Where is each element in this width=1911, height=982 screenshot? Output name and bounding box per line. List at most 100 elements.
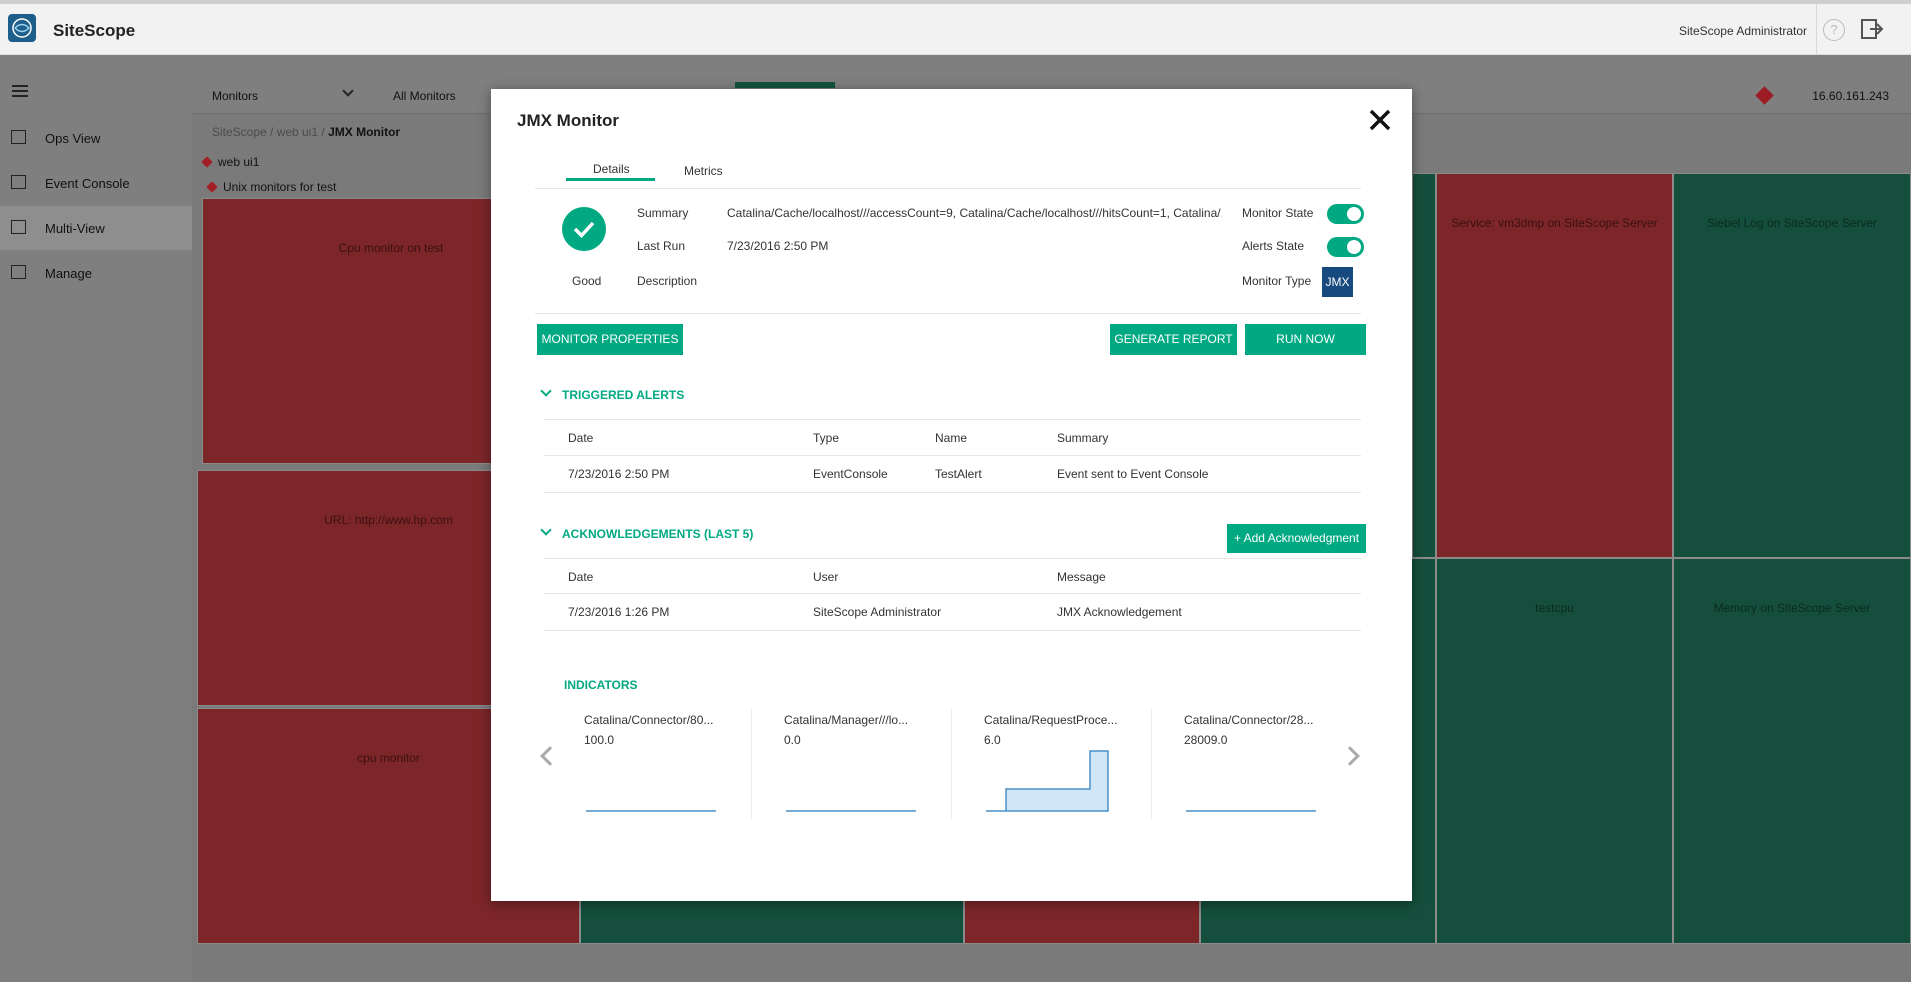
acknowledgements-title[interactable]: ACKNOWLEDGEMENTS (LAST 5) xyxy=(562,527,753,541)
chevron-right-icon[interactable] xyxy=(1340,746,1360,766)
chevron-left-icon[interactable] xyxy=(540,746,560,766)
alerts-state-toggle[interactable] xyxy=(1327,237,1364,257)
indicator-name: Catalina/Connector/28... xyxy=(1184,713,1314,727)
nav-item-multi-view[interactable]: Multi-View xyxy=(0,206,192,250)
tab-metrics[interactable]: Metrics xyxy=(684,164,723,178)
nav-item-label: Event Console xyxy=(45,175,130,191)
indicators-title: INDICATORS xyxy=(564,678,638,692)
active-tab-underline xyxy=(566,178,655,181)
indicator-sparkline xyxy=(786,810,916,812)
chevron-down-icon[interactable] xyxy=(540,524,552,536)
status-diamond-icon xyxy=(206,181,218,193)
dialog-title: JMX Monitor xyxy=(517,111,619,130)
alert-summary: Event sent to Event Console xyxy=(1057,467,1209,481)
breadcrumb-current: JMX Monitor xyxy=(328,125,401,139)
divider xyxy=(544,419,1361,420)
indicator-value: 28009.0 xyxy=(1184,733,1228,747)
tab-divider xyxy=(535,188,1361,189)
indicator-value: 100.0 xyxy=(584,733,615,747)
menu-icon[interactable] xyxy=(12,85,28,100)
indicator-name: Catalina/Connector/80... xyxy=(584,713,714,727)
tile-siebel-log[interactable]: Siebel Log on SiteScope Server xyxy=(1673,173,1911,558)
breadcrumb-path[interactable]: SiteScope / web ui1 / xyxy=(212,125,328,139)
nav-item-ops-view[interactable]: Ops View xyxy=(0,116,192,160)
nav-item-label: Ops View xyxy=(45,130,101,146)
group-label: web ui1 xyxy=(218,155,260,169)
tile-memory[interactable]: Memory on SiteScope Server xyxy=(1673,558,1911,944)
column-header-date: Date xyxy=(568,431,594,445)
run-now-button[interactable]: RUN NOW xyxy=(1245,324,1366,355)
description-label: Description xyxy=(637,274,698,288)
nav-item-event-console[interactable]: Event Console xyxy=(0,161,192,205)
column-header-user: User xyxy=(813,570,839,584)
group-web-ui1[interactable]: web ui1 xyxy=(201,155,260,169)
indicator-divider xyxy=(1151,709,1152,819)
close-icon[interactable] xyxy=(1367,107,1393,133)
group-label: Unix monitors for test xyxy=(223,180,337,194)
app-name: SiteScope xyxy=(53,21,136,40)
column-header-summary: Summary xyxy=(1057,431,1109,445)
indicator-divider xyxy=(951,709,952,819)
status-diamond-icon xyxy=(201,156,213,168)
user-name[interactable]: SiteScope Administrator xyxy=(1679,24,1807,38)
header-divider xyxy=(1816,4,1817,55)
help-icon[interactable]: ? xyxy=(1823,19,1845,41)
monitor-state-label: Monitor State xyxy=(1242,206,1314,220)
last-run-label: Last Run xyxy=(637,239,686,253)
tile-label: Memory on SiteScope Server xyxy=(1713,601,1871,615)
ack-date: 7/23/2016 1:26 PM xyxy=(568,605,670,619)
tile-green-edge[interactable] xyxy=(1412,173,1436,558)
nav-item-label: Manage xyxy=(45,265,92,281)
alert-name: TestAlert xyxy=(935,467,982,481)
indicator-sparkline xyxy=(1186,810,1316,812)
active-view-indicator xyxy=(735,82,835,88)
server-ip[interactable]: 16.60.161.243 xyxy=(1812,89,1889,103)
all-monitors-label[interactable]: All Monitors xyxy=(393,89,456,103)
generate-report-button[interactable]: GENERATE REPORT xyxy=(1110,324,1237,355)
summary-label: Summary xyxy=(637,206,689,220)
monitors-dropdown[interactable]: Monitors xyxy=(212,89,258,103)
tile-service-vm3dmp[interactable]: Service: vm3dmp on SiteScope Server xyxy=(1436,173,1673,558)
tile-label: testcpu xyxy=(1535,601,1574,615)
add-acknowledgment-button[interactable]: + Add Acknowledgment xyxy=(1227,524,1366,553)
tile-green-bottom[interactable] xyxy=(580,900,964,944)
nav-item-manage[interactable]: Manage xyxy=(0,251,192,295)
divider xyxy=(544,558,1361,559)
tile-red-bottom[interactable] xyxy=(964,900,1200,944)
tile-label: URL: http://www.hp.com xyxy=(324,513,453,527)
group-unix-monitors[interactable]: Unix monitors for test xyxy=(206,180,337,194)
good-status-icon xyxy=(562,207,606,251)
tile-label: Cpu monitor on test xyxy=(338,241,444,255)
chevron-down-icon[interactable] xyxy=(540,385,552,397)
divider xyxy=(544,593,1361,594)
column-header-message: Message xyxy=(1057,570,1106,584)
column-header-name: Name xyxy=(935,431,968,445)
indicator-value: 0.0 xyxy=(784,733,801,747)
indicator-divider xyxy=(751,709,752,819)
alerts-state-label: Alerts State xyxy=(1242,239,1305,253)
monitor-type-label: Monitor Type xyxy=(1242,274,1312,288)
tile-testcpu[interactable]: testcpu xyxy=(1436,558,1673,944)
multi-view-icon xyxy=(11,220,26,234)
triggered-alerts-title[interactable]: TRIGGERED ALERTS xyxy=(562,388,684,402)
chevron-down-icon[interactable] xyxy=(342,85,354,97)
alert-date: 7/23/2016 2:50 PM xyxy=(568,467,670,481)
tile-label: Service: vm3dmp on SiteScope Server xyxy=(1451,216,1658,230)
alert-type: EventConsole xyxy=(813,467,888,481)
logout-icon[interactable] xyxy=(1860,18,1884,43)
tile-label: Siebel Log on SiteScope Server xyxy=(1706,216,1878,230)
ack-message: JMX Acknowledgement xyxy=(1057,605,1182,619)
monitor-properties-button[interactable]: MONITOR PROPERTIES xyxy=(537,324,683,355)
jmx-monitor-dialog: JMX Monitor Details Metrics Good Summary… xyxy=(491,89,1412,901)
monitor-type-badge: JMX xyxy=(1322,267,1353,297)
summary-value: Catalina/Cache/localhost///accessCount=9… xyxy=(727,206,1222,220)
event-console-icon xyxy=(11,175,26,189)
divider xyxy=(535,313,1361,314)
tab-details[interactable]: Details xyxy=(593,162,630,176)
indicator-sparkline xyxy=(986,750,1109,812)
indicator-value: 6.0 xyxy=(984,733,1001,747)
ops-view-icon xyxy=(11,130,26,144)
sitescope-logo-icon[interactable] xyxy=(8,14,36,42)
nav-item-label: Multi-View xyxy=(45,220,105,236)
monitor-state-toggle[interactable] xyxy=(1327,204,1364,224)
